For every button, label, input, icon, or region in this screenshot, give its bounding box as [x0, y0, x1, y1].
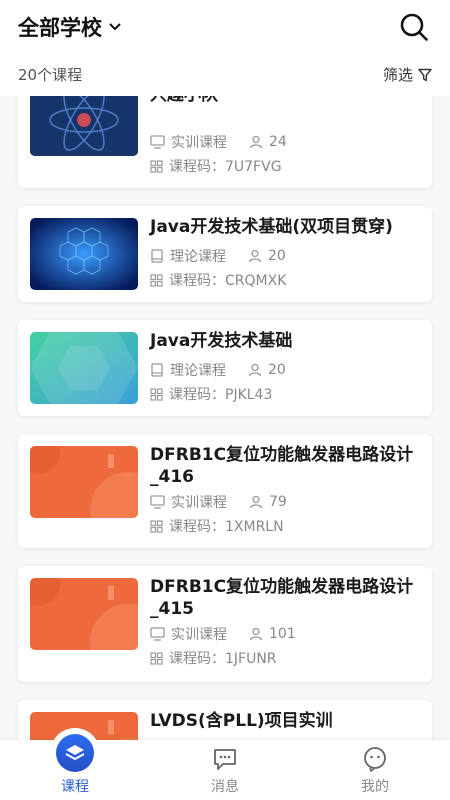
course-thumbnail [30, 218, 138, 290]
course-type: 理论课程 [170, 363, 226, 379]
course-meta-row: 实训课程 79 [150, 492, 287, 512]
course-title: Java开发技术基础(双项目贯穿) [150, 217, 393, 237]
course-meta-row: 理论课程 20 [150, 360, 286, 380]
person-icon [249, 495, 263, 509]
school-selector-label: 全部学校 [18, 16, 102, 40]
tab-mine[interactable]: 我的 [300, 740, 450, 800]
course-thumbnail [30, 446, 138, 518]
course-title: 基于Android技术的手期实训方案-兴趣小队 [150, 96, 420, 106]
course-code: 课程码：1XMRLN [169, 519, 284, 535]
monitor-icon [150, 495, 165, 509]
message-icon [214, 749, 236, 770]
tab-messages-label: 消息 [211, 779, 239, 795]
tab-messages[interactable]: 消息 [150, 740, 300, 800]
grid-icon [150, 273, 163, 287]
monitor-icon [150, 627, 165, 641]
bottom-tab-bar: 课程 消息 我的 [0, 728, 450, 800]
course-code-row: 课程码：1XMRLN [150, 516, 284, 536]
top-header: 全部学校 20个课程 筛选 [0, 0, 450, 96]
teal-gradient-image [30, 332, 138, 404]
course-card[interactable]: Java开发技术基础 理论课程 20 课程码：PJKL43 [18, 320, 432, 416]
course-card[interactable]: Java开发技术基础(双项目贯穿) 理论课程 20 课程码：CRQMXK [18, 206, 432, 302]
student-count: 20 [268, 248, 286, 264]
courses-tab-icon [56, 734, 94, 772]
tab-courses[interactable]: 课程 [0, 728, 150, 800]
course-type: 实训课程 [171, 627, 227, 643]
student-count: 20 [268, 362, 286, 378]
course-title: Java开发技术基础 [150, 331, 293, 351]
course-code-row: 课程码：7U7FVG [150, 156, 282, 176]
student-count: 101 [269, 626, 296, 642]
hexagon-network-image [30, 218, 138, 290]
search-icon[interactable] [399, 12, 429, 42]
course-thumbnail [30, 578, 138, 650]
course-code-row: 课程码：PJKL43 [150, 384, 272, 404]
orange-abstract-image [30, 578, 138, 650]
course-card[interactable]: DFRB1C复位功能触发器电路设计_416 实训课程 79 课程码：1XMRLN [18, 434, 432, 548]
course-type: 理论课程 [170, 249, 226, 265]
course-code-row: 课程码：CRQMXK [150, 270, 286, 290]
book-icon [151, 249, 163, 263]
person-icon [248, 249, 262, 263]
course-count: 20个课程 [18, 66, 83, 84]
course-thumbnail [30, 332, 138, 404]
atom-image [30, 96, 138, 156]
course-code-row: 课程码：1JFUNR [150, 648, 277, 668]
chevron-down-icon [109, 23, 121, 31]
course-card[interactable]: 基于Android技术的手期实训方案-兴趣小队 实训课程 24 课程码：7U7F… [18, 96, 432, 188]
course-title: DFRB1C复位功能触发器电路设计_415 [150, 577, 414, 619]
course-thumbnail [30, 96, 138, 156]
grid-icon [150, 387, 163, 401]
person-icon [249, 627, 263, 641]
profile-icon [364, 747, 386, 772]
course-code: 课程码：7U7FVG [169, 159, 282, 175]
monitor-icon [150, 135, 165, 149]
course-code: 课程码：PJKL43 [169, 387, 273, 403]
filter-button[interactable]: 筛选 [383, 64, 432, 85]
course-code: 课程码：1JFUNR [169, 651, 277, 667]
course-meta-row: 理论课程 20 [150, 246, 286, 266]
course-meta-row: 实训课程 24 [150, 132, 287, 152]
grid-icon [150, 519, 163, 533]
person-icon [248, 363, 262, 377]
grid-icon [150, 651, 163, 665]
filter-icon [418, 68, 432, 81]
school-selector[interactable]: 全部学校 [18, 12, 122, 42]
tab-mine-label: 我的 [361, 779, 389, 795]
course-type: 实训课程 [171, 495, 227, 511]
tab-courses-label: 课程 [61, 779, 89, 795]
student-count: 24 [269, 134, 287, 150]
orange-abstract-image [30, 446, 138, 518]
filter-label: 筛选 [382, 66, 413, 84]
course-meta-row: 实训课程 101 [150, 624, 296, 644]
course-list[interactable]: 基于Android技术的手期实训方案-兴趣小队 实训课程 24 课程码：7U7F… [0, 96, 450, 740]
layers-icon [65, 745, 85, 760]
student-count: 79 [269, 494, 287, 510]
course-type: 实训课程 [171, 135, 227, 151]
course-code: 课程码：CRQMXK [169, 273, 287, 289]
grid-icon [150, 159, 163, 173]
course-title: LVDS(含PLL)项目实训 [150, 711, 333, 731]
book-icon [151, 363, 163, 377]
person-icon [249, 135, 263, 149]
course-card[interactable]: DFRB1C复位功能触发器电路设计_415 实训课程 101 课程码：1JFUN… [18, 566, 432, 682]
course-title: DFRB1C复位功能触发器电路设计_416 [150, 445, 414, 487]
